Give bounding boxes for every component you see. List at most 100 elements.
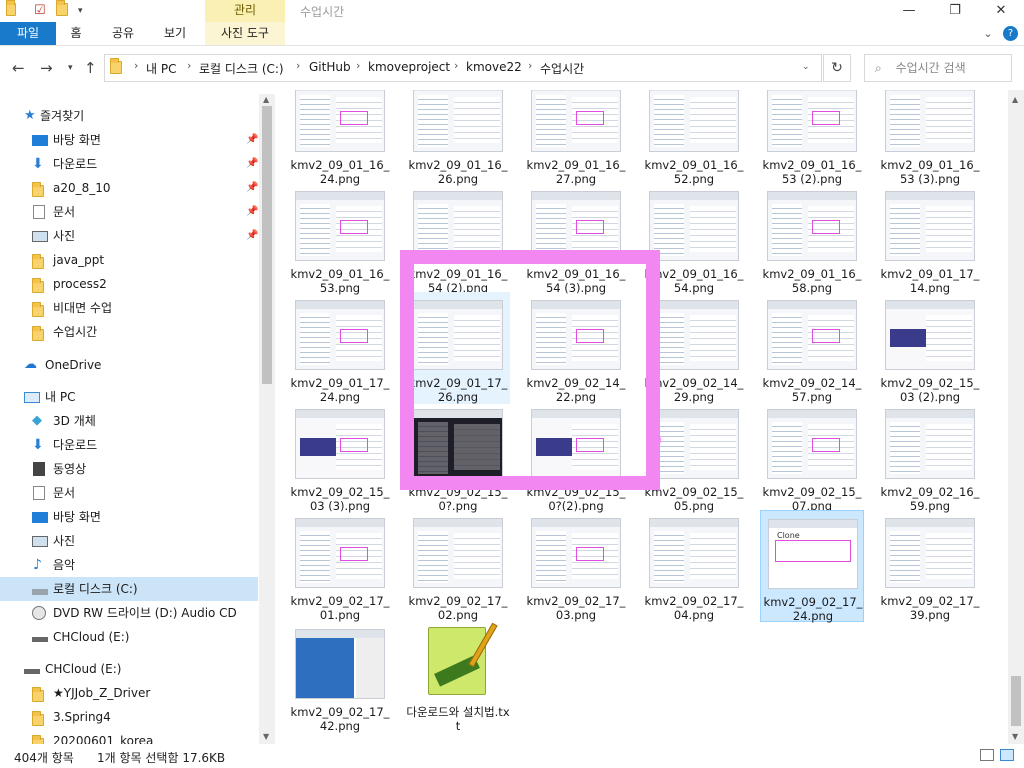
sidebar-item-yjjob[interactable]: ★YJJob_Z_Driver [0,681,258,705]
file-tile[interactable]: kmv2_09_01_17_24.png [288,292,392,404]
back-arrow-icon[interactable]: ← [12,59,25,77]
tab-picture-tools[interactable]: 사진 도구 [205,22,285,45]
sidebar-item-music[interactable]: ♪ 음악 [0,553,258,577]
breadcrumb-kmoveproject[interactable]: kmoveproject [368,60,450,74]
file-tile[interactable]: kmv2_09_02_15_03 (2).png [878,292,982,404]
file-tile[interactable]: kmv2_09_02_14_57.png [760,292,864,404]
file-tile[interactable]: kmv2_09_01_16_53 (2).png [760,90,864,186]
sidebar-item-downloads[interactable]: ⬇ 다운로드 📌 [0,152,258,176]
breadcrumb-kmove22[interactable]: kmove22 [466,60,522,74]
sidebar-item-desktop[interactable]: 바탕 화면 📌 [0,128,258,152]
file-tile[interactable]: kmv2_09_02_15_03 (3).png [288,401,392,513]
pin-icon[interactable]: 📌 [246,128,258,152]
details-view-icon[interactable] [980,749,994,761]
file-name: kmv2_09_02_15_03 (2).png [880,376,980,404]
minimize-button[interactable]: — [886,0,932,22]
sidebar-item-desktop-pc[interactable]: 바탕 화면 [0,505,258,529]
file-thumbnail [885,409,975,479]
content-scrollbar[interactable] [1008,90,1024,744]
up-arrow-icon[interactable]: ↑ [84,59,97,77]
customize-toolbar-icon[interactable]: ▾ [78,3,94,19]
document-icon [33,205,45,219]
file-tile[interactable]: kmv2_09_01_16_27.png [524,90,628,186]
tab-file[interactable]: 파일 [0,22,56,45]
chevron-right-icon[interactable]: › [296,59,300,72]
chevron-down-icon[interactable]: ⌄ [802,62,810,72]
sidebar-item-spring4[interactable]: 3.Spring4 [0,705,258,729]
sidebar-item-local-disk[interactable]: 로컬 디스크 (C:) [0,577,258,601]
file-tile[interactable]: 다운로드와 설치법.txt [406,621,510,733]
file-tile[interactable]: kmv2_09_02_15_07.png [760,401,864,513]
file-tile[interactable]: kmv2_09_01_16_52.png [642,90,746,186]
forward-arrow-icon[interactable]: → [40,59,53,77]
sidebar-item-pictures-pc[interactable]: 사진 [0,529,258,553]
pin-icon[interactable]: 📌 [246,224,258,248]
sidebar-item-dvd-drive[interactable]: DVD RW 드라이브 (D:) Audio CD [0,601,258,625]
chevron-right-icon[interactable]: › [134,59,138,72]
sidebar-item-java-ppt[interactable]: java_ppt [0,248,258,272]
sidebar-item-documents[interactable]: 문서 📌 [0,200,258,224]
file-tile[interactable]: kmv2_09_01_16_53 (3).png [878,90,982,186]
sidebar-item-chcloud[interactable]: CHCloud (E:) [0,625,258,649]
chevron-right-icon[interactable]: › [528,59,532,72]
chevron-right-icon[interactable]: › [187,59,191,72]
pin-icon[interactable]: 📌 [246,176,258,200]
scroll-up-icon[interactable]: ▲ [263,95,269,104]
sidebar-item-class-time[interactable]: 수업시간 [0,320,258,344]
tab-view[interactable]: 보기 [154,22,196,45]
tab-home[interactable]: 홈 [60,22,92,45]
sidebar-item-documents-pc[interactable]: 문서 [0,481,258,505]
sidebar-item-pictures[interactable]: 사진 📌 [0,224,258,248]
tab-share[interactable]: 공유 [102,22,144,45]
chevron-right-icon[interactable]: › [454,59,458,72]
sidebar-item-quick-access[interactable]: ★ 즐겨찾기 [0,104,258,128]
file-tile[interactable]: kmv2_09_01_16_26.png [406,90,510,186]
close-button[interactable]: ✕ [978,0,1024,22]
scroll-down-icon[interactable]: ▼ [263,732,269,741]
sidebar-item-downloads-pc[interactable]: ⬇ 다운로드 [0,433,258,457]
breadcrumb-github[interactable]: GitHub [309,60,351,74]
recent-locations-icon[interactable]: ▾ [68,63,73,73]
help-icon[interactable]: ? [1003,26,1018,41]
file-tile[interactable]: kmv2_09_02_17_03.png [524,510,628,622]
chevron-right-icon[interactable]: › [356,59,360,72]
search-input[interactable]: ⌕ 수업시간 검색 [864,54,1012,82]
file-tile[interactable]: kmv2_09_02_17_42.png [288,621,392,733]
file-tile[interactable]: kmv2_09_02_16_59.png [878,401,982,513]
file-tile[interactable]: kmv2_09_02_17_02.png [406,510,510,622]
scroll-down-icon[interactable]: ▼ [1012,732,1018,741]
sidebar-scroll-thumb[interactable] [262,106,272,384]
file-tile[interactable]: kmv2_09_02_17_39.png [878,510,982,622]
context-tab-manage[interactable]: 관리 [205,0,285,22]
file-tile[interactable]: kmv2_09_01_17_14.png [878,183,982,295]
sidebar-item-remote-class[interactable]: 비대면 수업 [0,296,258,320]
pin-icon[interactable]: 📌 [246,152,258,176]
sidebar-item-videos[interactable]: 동영상 [0,457,258,481]
content-scroll-thumb[interactable] [1011,676,1021,726]
refresh-button[interactable]: ↻ [823,54,851,82]
file-tile[interactable]: kmv2_09_02_17_04.png [642,510,746,622]
status-bar: 404개 항목 1개 항목 선택함 17.6KB [0,744,1024,768]
sidebar-item-process2[interactable]: process2 [0,272,258,296]
ribbon-expand-icon[interactable]: ⌄ [980,22,996,45]
file-tile[interactable]: kmv2_09_01_16_53.png [288,183,392,295]
sidebar-item-my-pc[interactable]: 내 PC [0,385,258,409]
file-tile[interactable]: kmv2_09_02_17_01.png [288,510,392,622]
sidebar-item-chcloud-root[interactable]: CHCloud (E:) [0,657,258,681]
large-icons-view-icon[interactable] [1000,749,1014,761]
file-tile[interactable]: kmv2_09_01_16_24.png [288,90,392,186]
sidebar-item-korea[interactable]: 20200601_korea [0,729,258,744]
breadcrumb-local-disk[interactable]: 로컬 디스크 (C:) [199,60,284,77]
file-tile[interactable]: kmv2_09_01_16_58.png [760,183,864,295]
file-tile[interactable]: Clone kmv2_09_02_17_24.png [760,510,864,623]
sidebar-item-onedrive[interactable]: ☁ OneDrive [0,353,258,377]
scroll-up-icon[interactable]: ▲ [1012,95,1018,104]
breadcrumb-my-pc[interactable]: 내 PC [146,60,176,77]
breadcrumb-current-folder[interactable]: 수업시간 [540,60,584,77]
new-folder-icon[interactable] [56,0,72,19]
maximize-button[interactable]: ❐ [932,0,978,22]
sidebar-item-a20-8-10[interactable]: a20_8_10 📌 [0,176,258,200]
properties-icon[interactable]: ☑ [34,3,50,19]
sidebar-item-3d-objects[interactable]: ◆ 3D 개체 [0,409,258,433]
pin-icon[interactable]: 📌 [246,200,258,224]
